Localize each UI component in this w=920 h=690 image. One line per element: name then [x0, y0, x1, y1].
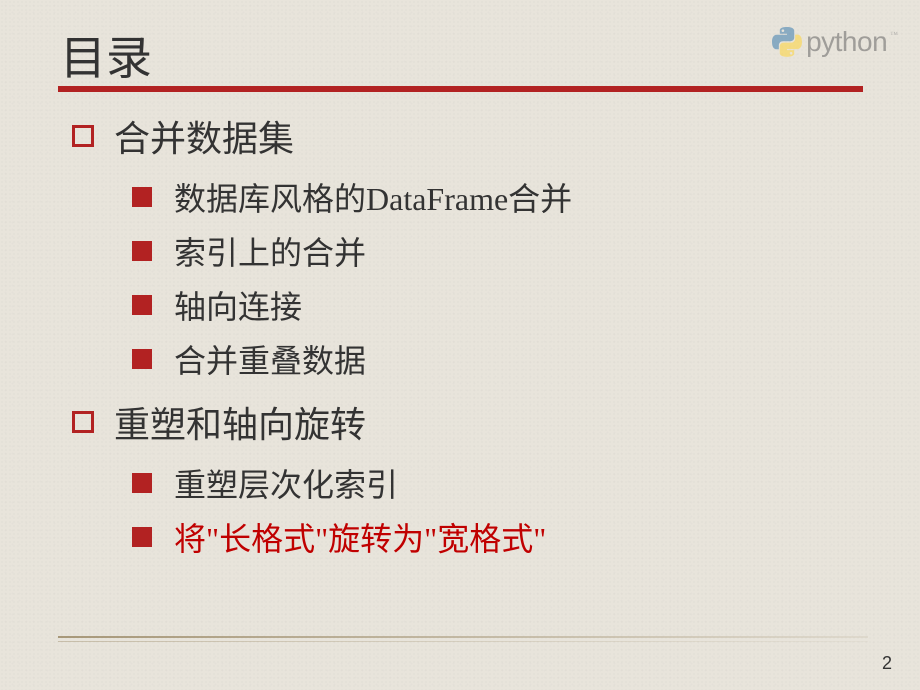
toc-item-text: 重塑层次化索引: [174, 460, 398, 506]
solid-square-bullet-icon: [132, 349, 152, 369]
hollow-square-bullet-icon: [72, 125, 94, 147]
hollow-square-bullet-icon: [72, 411, 94, 433]
section-heading-text: 合并数据集: [114, 110, 294, 162]
toc-item: 数据库风格的DataFrame合并: [132, 174, 572, 220]
solid-square-bullet-icon: [132, 187, 152, 207]
toc-content: 合并数据集 数据库风格的DataFrame合并 索引上的合并 轴向连接 合并重叠…: [72, 110, 572, 568]
logo-text: python: [806, 26, 887, 58]
python-logo: python ™: [772, 26, 898, 58]
toc-item: 轴向连接: [132, 282, 572, 328]
toc-item-highlighted: 将"长格式"旋转为"宽格式": [132, 514, 572, 560]
solid-square-bullet-icon: [132, 241, 152, 261]
page-number: 2: [882, 653, 892, 674]
toc-item-text: 将"长格式"旋转为"宽格式": [174, 514, 546, 560]
toc-item-text: 轴向连接: [174, 282, 302, 328]
solid-square-bullet-icon: [132, 295, 152, 315]
toc-item-text: 数据库风格的DataFrame合并: [174, 174, 572, 220]
footer-divider: [58, 636, 868, 638]
page-title: 目录: [60, 22, 152, 88]
section-heading-text: 重塑和轴向旋转: [114, 396, 366, 448]
solid-square-bullet-icon: [132, 527, 152, 547]
title-underline: [58, 86, 863, 92]
logo-tm: ™: [890, 30, 898, 39]
toc-item: 索引上的合并: [132, 228, 572, 274]
section-heading: 重塑和轴向旋转: [72, 396, 572, 448]
toc-item-text: 索引上的合并: [174, 228, 366, 274]
toc-item: 合并重叠数据: [132, 336, 572, 382]
footer-divider-thin: [58, 641, 868, 642]
section-heading: 合并数据集: [72, 110, 572, 162]
solid-square-bullet-icon: [132, 473, 152, 493]
python-logo-icon: [772, 27, 802, 57]
toc-item-text: 合并重叠数据: [174, 336, 366, 382]
toc-item: 重塑层次化索引: [132, 460, 572, 506]
